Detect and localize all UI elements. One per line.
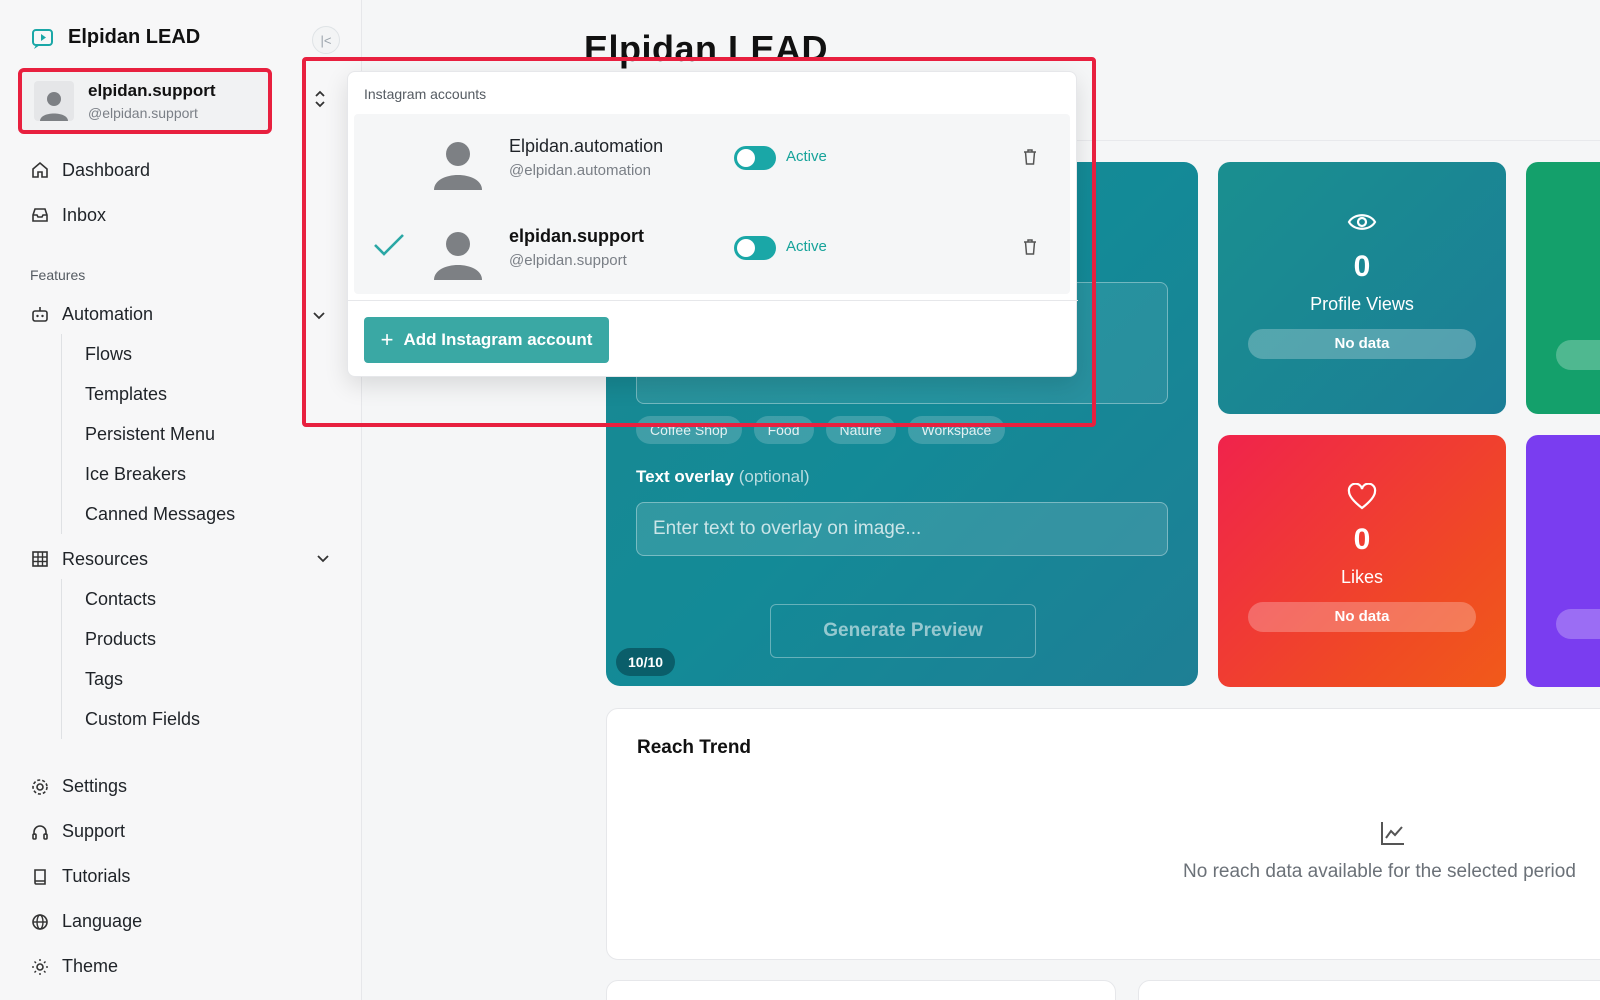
- chevron-down-icon[interactable]: [316, 551, 330, 567]
- sidebar-item-contacts[interactable]: Contacts: [85, 579, 340, 619]
- gear-icon: [30, 777, 50, 797]
- sidebar-item-automation[interactable]: Automation: [30, 294, 340, 334]
- profile-views-status: No data: [1248, 329, 1476, 359]
- highlight-frame: [302, 57, 1096, 427]
- generate-preview-button[interactable]: Generate Preview: [770, 604, 1036, 658]
- user-icon: [40, 92, 68, 121]
- sun-icon: [30, 957, 50, 977]
- account-handle: @elpidan.support: [88, 105, 198, 121]
- avatar: [34, 81, 74, 121]
- bot-icon: [30, 304, 50, 324]
- automation-submenu: Flows Templates Persistent Menu Ice Brea…: [61, 334, 340, 534]
- stat-card-partial-purple: [1526, 435, 1600, 687]
- sidebar-item-support[interactable]: Support: [30, 809, 340, 854]
- sidebar-item-label: Inbox: [62, 204, 107, 225]
- sidebar-item-language[interactable]: Language: [30, 899, 340, 944]
- collapse-sidebar-icon[interactable]: |<: [312, 26, 340, 54]
- stat-card-partial-green: [1526, 162, 1600, 414]
- section-label-features: Features: [30, 267, 86, 283]
- brand[interactable]: Elpidan LEAD: [30, 24, 200, 50]
- profile-views-card: 0 Profile Views No data: [1218, 162, 1506, 414]
- generation-counter: 10/10: [616, 648, 676, 676]
- headphones-icon: [30, 822, 50, 842]
- book-icon: [30, 867, 50, 887]
- likes-card: 0 Likes No data: [1218, 435, 1506, 687]
- likes-status: No data: [1248, 602, 1476, 632]
- sidebar-item-label: Language: [62, 911, 143, 931]
- sidebar-item-dashboard[interactable]: Dashboard: [30, 150, 340, 190]
- bottom-card-left: [606, 980, 1116, 1000]
- reach-empty-message: No reach data available for the selected…: [1183, 861, 1576, 882]
- account-switcher[interactable]: elpidan.support @elpidan.support: [18, 68, 272, 134]
- bottom-card-right: [1138, 980, 1600, 1000]
- likes-label: Likes: [1340, 567, 1384, 587]
- sidebar-item-label: Tutorials: [62, 866, 131, 886]
- inbox-icon: [30, 205, 50, 225]
- sidebar-item-canned-messages[interactable]: Canned Messages: [85, 494, 340, 534]
- sidebar-item-custom-fields[interactable]: Custom Fields: [85, 699, 340, 739]
- sidebar-item-label: Dashboard: [62, 159, 151, 180]
- resources-submenu: Contacts Products Tags Custom Fields: [61, 579, 340, 739]
- sidebar-item-settings[interactable]: Settings: [30, 764, 340, 809]
- eye-icon: [1347, 214, 1377, 230]
- sidebar-item-label: Theme: [62, 956, 119, 976]
- nav-bottom: Settings Support Tutorials Language Them…: [30, 764, 340, 989]
- chart-icon: [1381, 822, 1404, 845]
- stat-pill: [1556, 609, 1600, 639]
- sidebar-item-ice-breakers[interactable]: Ice Breakers: [85, 454, 340, 494]
- overlay-label-optional: (optional): [738, 467, 810, 486]
- sidebar-item-tags[interactable]: Tags: [85, 659, 340, 699]
- sidebar-item-label: Resources: [62, 548, 149, 569]
- overlay-text-input[interactable]: Enter text to overlay on image...: [636, 502, 1168, 556]
- profile-views-label: Profile Views: [1310, 294, 1414, 314]
- likes-value: 0: [1353, 523, 1371, 556]
- sidebar-item-resources[interactable]: Resources: [30, 539, 340, 579]
- sidebar-item-tutorials[interactable]: Tutorials: [30, 854, 340, 899]
- grid-icon: [30, 549, 50, 569]
- sidebar-item-label: Automation: [62, 303, 154, 324]
- brand-logo-icon: [32, 29, 53, 49]
- sidebar-item-inbox[interactable]: Inbox: [30, 195, 340, 235]
- account-name: elpidan.support: [88, 81, 216, 100]
- overlay-label-text: Text overlay: [636, 467, 734, 486]
- overlay-label: Text overlay (optional): [636, 467, 810, 487]
- profile-views-value: 0: [1353, 250, 1371, 283]
- sidebar-item-label: Settings: [62, 776, 128, 796]
- brand-name: Elpidan LEAD: [68, 25, 201, 48]
- stat-pill: [1556, 340, 1600, 370]
- nav-features: Features Automation Flows Templates Pers…: [30, 260, 340, 739]
- sidebar-item-label: Support: [62, 821, 126, 841]
- sidebar-item-theme[interactable]: Theme: [30, 944, 340, 989]
- nav-top: Dashboard Inbox: [30, 150, 340, 235]
- sidebar-item-products[interactable]: Products: [85, 619, 340, 659]
- reach-trend-card: Reach Trend No reach data available for …: [606, 708, 1600, 960]
- globe-icon: [30, 912, 50, 932]
- home-icon: [30, 160, 50, 180]
- reach-trend-title: Reach Trend: [637, 737, 752, 758]
- heart-icon: [1347, 483, 1377, 510]
